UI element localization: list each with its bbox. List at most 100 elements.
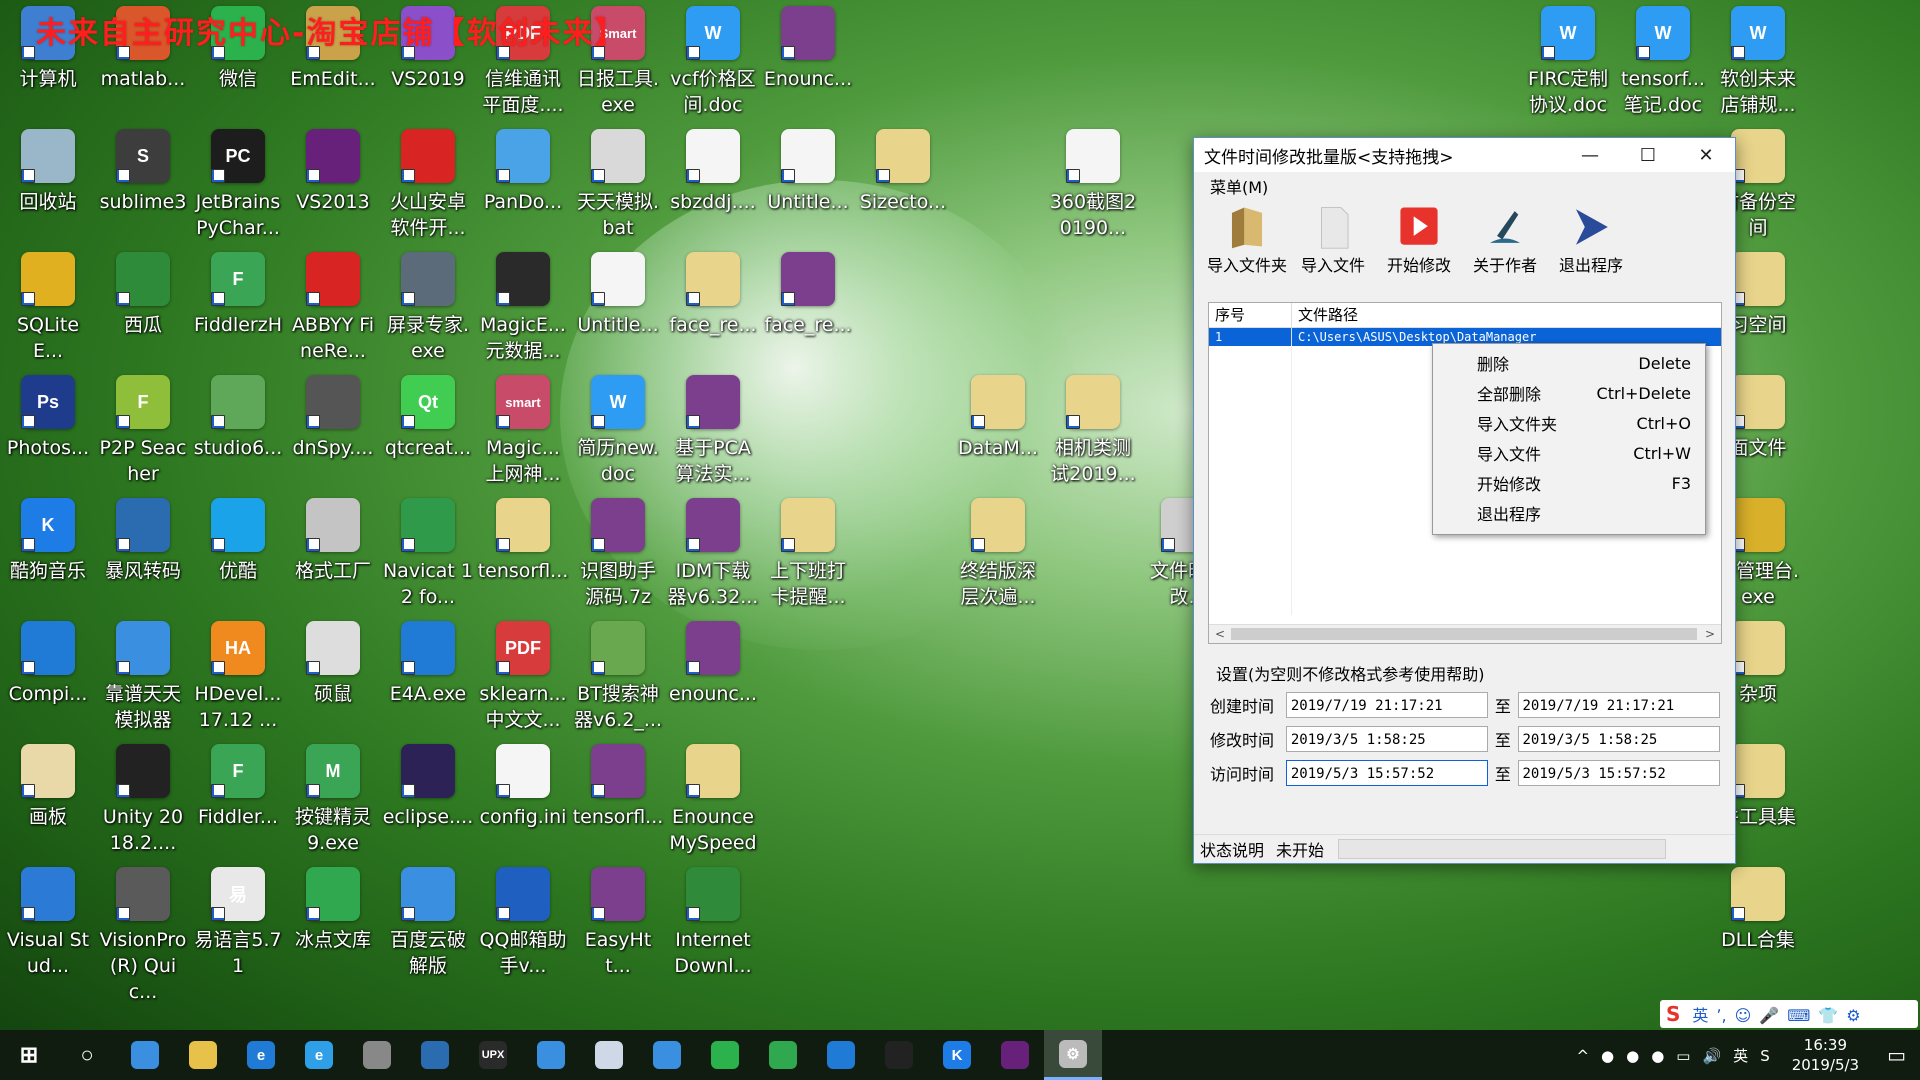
- desktop-icon[interactable]: HA HDevel...17.12 ...: [192, 619, 284, 741]
- taskbar-item[interactable]: K: [928, 1030, 986, 1080]
- column-path-header[interactable]: 文件路径: [1292, 303, 1358, 327]
- menu-item-delete[interactable]: 删除 Delete: [1433, 348, 1705, 378]
- desktop-icon[interactable]: Untitle...: [572, 250, 664, 372]
- access-time-from-input[interactable]: 2019/5/3 15:57:52: [1285, 760, 1489, 786]
- desktop-icon[interactable]: 终结版深层次遍...: [952, 496, 1044, 618]
- tray-icon[interactable]: ^: [1576, 1047, 1589, 1065]
- column-index-header[interactable]: 序号: [1209, 303, 1292, 327]
- desktop-icon[interactable]: Sizecto...: [857, 127, 949, 249]
- menu-item-delete-all[interactable]: 全部删除 Ctrl+Delete: [1433, 378, 1705, 408]
- desktop-icon[interactable]: EasyHtt...: [572, 865, 664, 987]
- desktop-icon[interactable]: PDF sklearn...中文文...: [477, 619, 569, 741]
- desktop-icon[interactable]: PanDo...: [477, 127, 569, 249]
- desktop-icon[interactable]: F FiddlerzH: [192, 250, 284, 372]
- desktop-icon[interactable]: face_re...: [762, 250, 854, 372]
- scroll-right-arrow[interactable]: >: [1705, 625, 1715, 643]
- desktop-icon[interactable]: 易易语言5.71: [192, 865, 284, 987]
- import-folder-button[interactable]: 导入文件夹: [1204, 200, 1290, 276]
- desktop-icon[interactable]: DataM...: [952, 373, 1044, 495]
- desktop-icon[interactable]: Ssublime3: [97, 127, 189, 249]
- desktop-icon[interactable]: 识图助手源码.7z: [572, 496, 664, 618]
- desktop-icon[interactable]: SQLiteE...: [2, 250, 94, 372]
- desktop-icon[interactable]: F P2P Seacher: [97, 373, 189, 495]
- taskbar-item[interactable]: [580, 1030, 638, 1080]
- tray-icon[interactable]: ●: [1651, 1047, 1664, 1065]
- ime-button[interactable]: ☺: [1735, 1006, 1752, 1025]
- ime-button[interactable]: 👕: [1818, 1006, 1838, 1025]
- desktop-icon[interactable]: E4A.exe: [382, 619, 474, 741]
- menu-item-import-folder[interactable]: 导入文件夹 Ctrl+O: [1433, 408, 1705, 438]
- modify-time-from-input[interactable]: 2019/3/5 1:58:25: [1285, 726, 1489, 752]
- desktop-icon[interactable]: W 软创未来店铺规...: [1712, 4, 1804, 126]
- desktop-icon[interactable]: sbzddj....: [667, 127, 759, 249]
- desktop-icon[interactable]: eclipse....: [382, 742, 474, 864]
- ime-button[interactable]: ⌨: [1787, 1006, 1810, 1025]
- tray-icon[interactable]: S: [1760, 1047, 1770, 1065]
- desktop-icon[interactable]: 暴风转码: [97, 496, 189, 618]
- desktop-icon[interactable]: DLL合集: [1712, 865, 1804, 987]
- taskbar-item[interactable]: e: [290, 1030, 348, 1080]
- exit-program-button[interactable]: 退出程序: [1548, 200, 1634, 276]
- horizontal-scrollbar[interactable]: < >: [1209, 624, 1721, 643]
- taskbar-item[interactable]: [986, 1030, 1044, 1080]
- desktop-icon[interactable]: PC JetBrains PyChar...: [192, 127, 284, 249]
- create-time-from-input[interactable]: 2019/7/19 21:17:21: [1285, 692, 1489, 718]
- taskbar-item[interactable]: ⚙: [1044, 1030, 1102, 1080]
- menu-item-main[interactable]: 菜单(M): [1210, 174, 1268, 198]
- minimize-button[interactable]: —: [1561, 138, 1619, 172]
- import-file-button[interactable]: 导入文件: [1290, 200, 1376, 276]
- desktop-icon[interactable]: Internet Downl...: [667, 865, 759, 987]
- taskbar-item[interactable]: [870, 1030, 928, 1080]
- desktop-icon[interactable]: studio6...: [192, 373, 284, 495]
- desktop-icon[interactable]: Unity 2018.2....: [97, 742, 189, 864]
- desktop-icon[interactable]: 格式工厂: [287, 496, 379, 618]
- tray-icon[interactable]: ●: [1601, 1047, 1614, 1065]
- notification-icon[interactable]: ▭: [1887, 1043, 1906, 1067]
- ime-button[interactable]: 🎤: [1759, 1006, 1779, 1025]
- desktop-icon[interactable]: 回收站: [2, 127, 94, 249]
- taskbar-item[interactable]: [174, 1030, 232, 1080]
- taskbar-item[interactable]: [638, 1030, 696, 1080]
- desktop-icon[interactable]: Wtensorf...笔记.doc: [1617, 4, 1709, 126]
- ime-button[interactable]: 英: [1692, 1006, 1708, 1025]
- desktop-icon[interactable]: 上下班打卡提醒...: [762, 496, 854, 618]
- desktop-icon[interactable]: Visual Stud...: [2, 865, 94, 987]
- desktop-icon[interactable]: MagicE...元数据...: [477, 250, 569, 372]
- desktop-icon[interactable]: K 酷狗音乐: [2, 496, 94, 618]
- scroll-left-arrow[interactable]: <: [1215, 625, 1225, 643]
- desktop-icon[interactable]: enounc...: [667, 619, 759, 741]
- about-author-button[interactable]: 关于作者: [1462, 200, 1548, 276]
- desktop-icon[interactable]: F Fiddler...: [192, 742, 284, 864]
- window-titlebar[interactable]: 文件时间修改批量版<支持拖拽> — ☐ ✕: [1194, 138, 1735, 172]
- taskbar-item[interactable]: [812, 1030, 870, 1080]
- desktop-icon[interactable]: 火山安卓软件开...: [382, 127, 474, 249]
- desktop-icon[interactable]: 西瓜: [97, 250, 189, 372]
- tray-icon[interactable]: ●: [1626, 1047, 1639, 1065]
- tray-icon[interactable]: 🔊: [1702, 1047, 1721, 1065]
- desktop-icon[interactable]: VS2013: [287, 127, 379, 249]
- desktop-icon[interactable]: smart Magic...上网神...: [477, 373, 569, 495]
- sogou-logo-icon[interactable]: S: [1666, 1002, 1680, 1026]
- taskbar-item[interactable]: [348, 1030, 406, 1080]
- desktop-icon[interactable]: dnSpy....: [287, 373, 379, 495]
- desktop-icon[interactable]: 360截图20190...: [1047, 127, 1139, 249]
- desktop-icon[interactable]: Ps Photos...: [2, 373, 94, 495]
- taskbar-item[interactable]: [406, 1030, 464, 1080]
- desktop-icon[interactable]: ABBYY FineRe...: [287, 250, 379, 372]
- desktop-icon[interactable]: 靠谱天天模拟器: [97, 619, 189, 741]
- desktop-icon[interactable]: tensorfl...: [572, 742, 664, 864]
- desktop-icon[interactable]: 硕鼠: [287, 619, 379, 741]
- maximize-button[interactable]: ☐: [1619, 138, 1677, 172]
- desktop-icon[interactable]: W FIRC定制协议.doc: [1522, 4, 1614, 126]
- access-time-to-input[interactable]: 2019/5/3 15:57:52: [1517, 760, 1720, 786]
- desktop-icon[interactable]: 相机类测试2019...: [1047, 373, 1139, 495]
- menu-item-start-modify[interactable]: 开始修改 F3: [1433, 468, 1705, 498]
- desktop-icon[interactable]: 天天模拟.bat: [572, 127, 664, 249]
- desktop-icon[interactable]: 画板: [2, 742, 94, 864]
- taskbar-item[interactable]: ⊞: [0, 1030, 58, 1080]
- desktop-icon[interactable]: W 简历new.doc: [572, 373, 664, 495]
- desktop-icon[interactable]: Navicat 12 fo...: [382, 496, 474, 618]
- desktop-icon[interactable]: M 按键精灵9.exe: [287, 742, 379, 864]
- desktop-icon[interactable]: IDM下载器v6.32...: [667, 496, 759, 618]
- menu-item-exit[interactable]: 退出程序: [1433, 498, 1705, 528]
